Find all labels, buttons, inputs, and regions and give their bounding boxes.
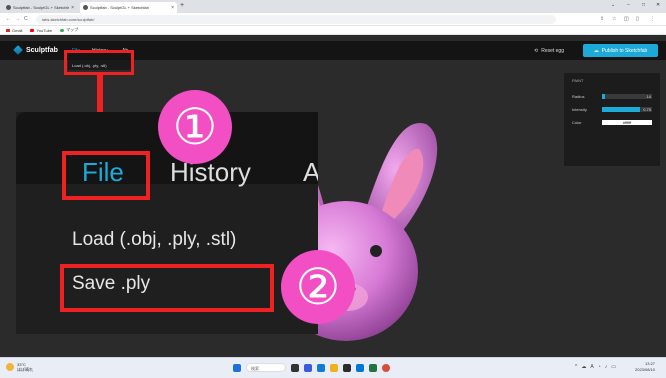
side-panel-icon[interactable]: ▯ <box>636 16 639 22</box>
step-2-marker: ② <box>281 250 355 324</box>
close-tab-icon[interactable]: × <box>171 5 174 11</box>
radius-slider-fill <box>602 93 605 99</box>
browser-tab-2[interactable]: Sculptfab - SculptGL + Sketchfab × <box>80 2 177 13</box>
volume-icon[interactable]: ♪ <box>605 364 608 370</box>
bookmarks-bar: Gmail YouTube マップ <box>0 26 666 35</box>
windows-start-icon[interactable] <box>233 363 241 372</box>
clock-date: 2023/08/10 <box>635 367 656 372</box>
browser-tab-strip: Sculptfab - SculptGL + Sketchfab × Sculp… <box>0 0 666 13</box>
taskbar-apps: 検索 <box>233 363 390 372</box>
weather-desc: ほぼ晴れ <box>17 367 33 372</box>
back-button[interactable]: ← <box>6 16 11 22</box>
maximize-button[interactable]: □ <box>642 2 645 8</box>
url-text: labs.sketchfab.com/sculptfab/ <box>42 17 95 22</box>
bookmark-star-icon[interactable]: ☆ <box>612 16 616 22</box>
sketchfab-favicon-icon <box>83 5 88 10</box>
menu-icon[interactable]: ⋮ <box>650 16 655 22</box>
reset-icon: ⟲ <box>534 48 539 54</box>
intensity-slider-fill <box>602 106 640 112</box>
minimize-button[interactable]: − <box>627 2 630 8</box>
taskbar-search[interactable]: 検索 <box>246 363 286 372</box>
intensity-slider[interactable]: 0.75 <box>602 106 652 112</box>
radius-row: Radius 14 <box>572 93 658 99</box>
app-icon[interactable] <box>356 363 364 372</box>
upload-cloud-icon: ☁ <box>593 47 599 54</box>
maps-icon <box>60 28 65 32</box>
sculptfab-canvas[interactable]: Sculptfab File History Ab ⟲ Reset egg ☁ … <box>0 35 666 357</box>
new-tab-button[interactable]: + <box>180 2 184 9</box>
intensity-label: Intensity <box>572 106 587 112</box>
url-input[interactable]: labs.sketchfab.com/sculptfab/ <box>36 15 556 24</box>
bookmark-maps[interactable]: マップ <box>60 27 78 33</box>
chat-icon[interactable] <box>304 363 312 372</box>
bookmark-youtube[interactable]: YouTube <box>30 28 52 33</box>
radius-label: Radius <box>572 93 585 99</box>
intensity-row: Intensity 0.75 <box>572 106 658 112</box>
excel-icon[interactable] <box>369 363 377 372</box>
color-picker[interactable]: #ffffff <box>602 119 652 125</box>
taskbar-clock[interactable]: 13:27 2023/08/10 <box>635 361 655 373</box>
weather-widget[interactable]: 33°C ほぼ晴れ <box>6 362 33 372</box>
tab-search-icon[interactable]: ⌄ <box>611 2 615 8</box>
annotation-box-save <box>60 264 274 312</box>
store-icon[interactable] <box>343 363 351 372</box>
tab-title: Sculptfab - SculptGL + Sketchfab <box>13 5 70 10</box>
zoom-menu-about[interactable]: A <box>303 157 318 188</box>
annotation-box-file-small <box>64 50 134 75</box>
extensions-icon[interactable]: ◫ <box>624 16 629 22</box>
sculptfab-logo: Sculptfab <box>13 45 58 55</box>
step-1-marker: ① <box>158 90 232 164</box>
annotation-box-file <box>62 151 150 200</box>
gmail-icon <box>6 28 10 32</box>
color-row: Color #ffffff <box>572 119 658 125</box>
browser-tab-1[interactable]: Sculptfab - SculptGL + Sketchfab × <box>3 2 77 13</box>
close-tab-icon[interactable]: × <box>71 5 74 11</box>
right-eye <box>370 245 382 257</box>
tray-chevron-icon[interactable]: ^ <box>575 364 577 370</box>
windows-taskbar: 33°C ほぼ晴れ 検索 ^ ☁ A ◔ ♪ ▭ 13:27 2023/08/1… <box>0 357 666 378</box>
sketchfab-favicon-icon <box>6 5 11 10</box>
task-view-icon[interactable] <box>291 363 299 372</box>
youtube-icon <box>30 28 35 32</box>
panel-title: PAINT <box>572 78 584 83</box>
chrome-icon[interactable] <box>382 363 390 372</box>
radius-value: 14 <box>646 93 651 99</box>
reload-button[interactable]: C <box>24 16 28 22</box>
tab-title: Sculptfab - SculptGL + Sketchfab <box>90 5 149 10</box>
battery-icon[interactable]: ▭ <box>611 364 616 370</box>
bookmark-gmail[interactable]: Gmail <box>6 28 22 33</box>
edge-icon[interactable] <box>317 363 325 372</box>
wifi-icon[interactable]: ◔ <box>598 364 601 370</box>
radius-slider[interactable]: 14 <box>602 93 652 99</box>
paint-panel: PAINT Radius 14 Intensity 0.75 Color #ff… <box>564 73 660 166</box>
tray-cloud-icon[interactable]: ☁ <box>581 364 586 370</box>
address-bar-row: ← → C labs.sketchfab.com/sculptfab/ ⇪ ☆ … <box>0 13 666 26</box>
share-icon[interactable]: ⇪ <box>600 16 604 22</box>
sketchfab-logo-icon <box>13 45 23 55</box>
publish-button[interactable]: ☁ Publish to Sketchfab <box>583 44 658 57</box>
ime-icon[interactable]: A <box>590 364 593 370</box>
system-tray: ^ ☁ A ◔ ♪ ▭ <box>575 364 616 370</box>
explorer-icon[interactable] <box>330 363 338 372</box>
reset-egg-button[interactable]: ⟲ Reset egg <box>534 48 564 54</box>
intensity-value: 0.75 <box>643 106 651 112</box>
zoom-menu-item-load[interactable]: Load (.obj, .ply, .stl) <box>72 229 236 251</box>
close-window-button[interactable]: ✕ <box>656 2 660 8</box>
forward-button[interactable]: → <box>15 16 20 22</box>
color-label: Color <box>572 119 582 125</box>
sun-icon <box>6 363 14 371</box>
